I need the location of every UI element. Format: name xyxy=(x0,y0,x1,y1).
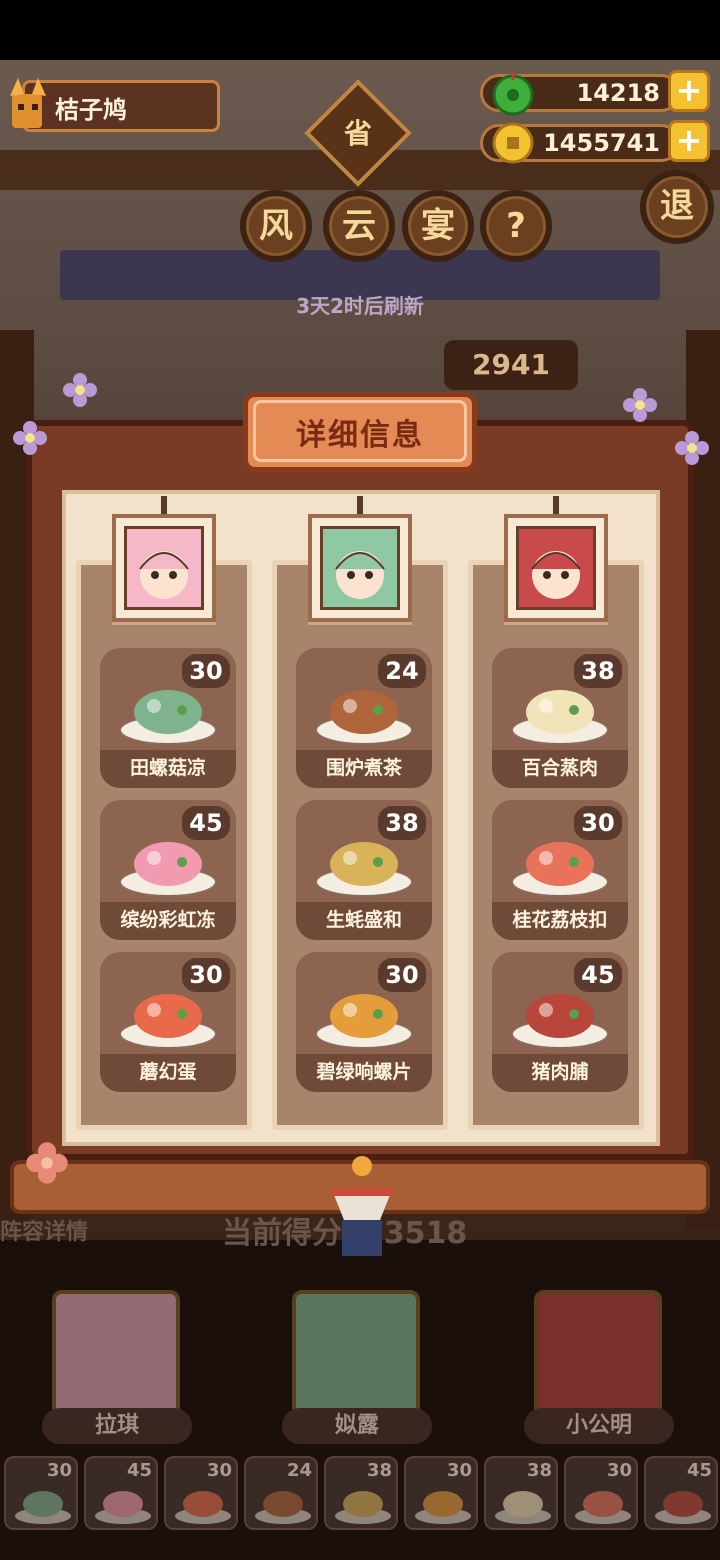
dish-slot[interactable]: 30 xyxy=(164,1456,238,1530)
dish-name: 桂花荔枝扣 xyxy=(492,902,628,940)
dish-slot-row: 30 45 30 24 38 30 38 30 45 xyxy=(0,1456,720,1536)
dish-value: 24 xyxy=(378,654,426,688)
lineup-character-name: 姒露 xyxy=(282,1408,432,1444)
pork-jerky-icon xyxy=(655,1491,711,1524)
character-face-icon xyxy=(335,551,385,599)
dish-name: 田螺菇凉 xyxy=(100,750,236,788)
dish-card[interactable]: 30 碧绿响螺片 xyxy=(296,952,432,1092)
dish-card[interactable]: 45 缤纷彩虹冻 xyxy=(100,800,236,940)
dish-slot-value: 30 xyxy=(46,1460,72,1481)
character-portrait xyxy=(320,526,400,610)
dish-name: 百合蒸肉 xyxy=(492,750,628,788)
dish-slot-value: 24 xyxy=(286,1460,312,1481)
dish-card[interactable]: 30 田螺菇凉 xyxy=(100,648,236,788)
dish-slot[interactable]: 24 xyxy=(244,1456,318,1530)
dish-value: 38 xyxy=(574,654,622,688)
dish-card[interactable]: 38 百合蒸肉 xyxy=(492,648,628,788)
teapot-stove-icon xyxy=(255,1491,311,1524)
dish-slot[interactable]: 38 xyxy=(484,1456,558,1530)
dish-slot[interactable]: 30 xyxy=(564,1456,638,1530)
dish-value: 30 xyxy=(378,958,426,992)
character-portrait xyxy=(516,526,596,610)
game-screen: { "player": { "name": "桔子鸠" }, "currency… xyxy=(0,0,720,1560)
lineup-details-link[interactable]: 阵容详情 xyxy=(0,1214,88,1246)
dish-slot[interactable]: 30 xyxy=(404,1456,478,1530)
dish-slot-value: 30 xyxy=(206,1460,232,1481)
lineup-character-name: 拉琪 xyxy=(42,1408,192,1444)
dish-name: 蘑幻蛋 xyxy=(100,1054,236,1092)
osmanthus-lychee-icon xyxy=(575,1491,631,1524)
character-portrait xyxy=(124,526,204,610)
dish-name: 围炉煮茶 xyxy=(296,750,432,788)
snail-mushroom-dish-icon xyxy=(15,1491,71,1524)
dish-slot-value: 38 xyxy=(526,1460,552,1481)
dish-value: 38 xyxy=(378,806,426,840)
dish-value: 45 xyxy=(182,806,230,840)
character-face-icon xyxy=(531,551,581,599)
dish-card[interactable]: 30 桂花荔枝扣 xyxy=(492,800,628,940)
lily-steamed-pork-icon xyxy=(495,1491,551,1524)
character-portrait-card[interactable] xyxy=(308,514,412,622)
dish-slot-value: 38 xyxy=(366,1460,392,1481)
rainbow-jelly-icon xyxy=(95,1491,151,1524)
dish-slot-value: 30 xyxy=(446,1460,472,1481)
lineup-character-card[interactable] xyxy=(534,1290,662,1418)
dish-slot-value: 30 xyxy=(606,1460,632,1481)
character-lineup: 拉琪 姒露 小公明 xyxy=(0,1290,720,1450)
dish-slot[interactable]: 45 xyxy=(644,1456,718,1530)
dish-name: 猪肉脯 xyxy=(492,1054,628,1092)
lineup-character-card[interactable] xyxy=(52,1290,180,1418)
dish-slot-value: 45 xyxy=(126,1460,152,1481)
dish-name: 生蚝盛和 xyxy=(296,902,432,940)
character-portrait-card[interactable] xyxy=(504,514,608,622)
mushroom-egg-icon xyxy=(175,1491,231,1524)
dish-slot-value: 45 xyxy=(686,1460,712,1481)
dish-value: 30 xyxy=(182,958,230,992)
dish-slot[interactable]: 45 xyxy=(84,1456,158,1530)
lineup-character-card[interactable] xyxy=(292,1290,420,1418)
dish-card[interactable]: 45 猪肉脯 xyxy=(492,952,628,1092)
character-face-icon xyxy=(139,551,189,599)
oyster-platter-icon xyxy=(335,1491,391,1524)
dish-value: 45 xyxy=(574,958,622,992)
dish-slot[interactable]: 38 xyxy=(324,1456,398,1530)
dish-slot[interactable]: 30 xyxy=(4,1456,78,1530)
dish-value: 30 xyxy=(182,654,230,688)
detail-columns: 30 田螺菇凉 45 缤纷彩虹冻 30 蘑幻蛋 24 围炉煮茶 38 生蚝盛和 30 碧绿响螺片 38 百… xyxy=(0,0,720,1200)
dish-card[interactable]: 24 围炉煮茶 xyxy=(296,648,432,788)
dish-name: 碧绿响螺片 xyxy=(296,1054,432,1092)
lineup-character-name: 小公明 xyxy=(524,1408,674,1444)
conch-slices-icon xyxy=(415,1491,471,1524)
dish-value: 30 xyxy=(574,806,622,840)
dish-card[interactable]: 38 生蚝盛和 xyxy=(296,800,432,940)
dish-card[interactable]: 30 蘑幻蛋 xyxy=(100,952,236,1092)
dish-name: 缤纷彩虹冻 xyxy=(100,902,236,940)
character-portrait-card[interactable] xyxy=(112,514,216,622)
